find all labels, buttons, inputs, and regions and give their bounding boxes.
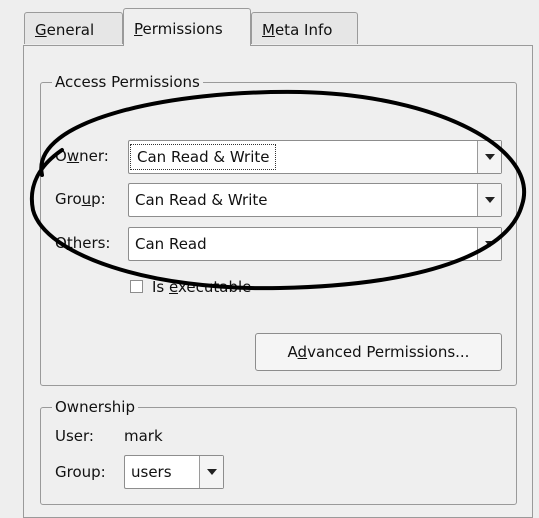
tab-permissions[interactable]: Permissions [123,8,251,46]
executable-label-rest: xecutable [177,278,252,296]
group-label-pre: Gro [55,190,82,208]
group-label-rest: p: [91,190,106,208]
access-permissions-title: Access Permissions [52,73,203,91]
owner-dropdown-button[interactable] [477,141,501,173]
group-label: Group: [55,189,106,209]
tab-meta-info[interactable]: Meta Info [251,12,358,44]
owner-permission-combo[interactable]: Can Read & Write [128,140,502,174]
others-dropdown-button[interactable] [477,228,501,260]
properties-dialog: General Permissions Meta Info Access Per… [0,0,539,518]
user-label: User: [55,427,94,445]
advanced-label-accel: d [297,343,308,361]
owner-label-rest: ner: [79,147,109,165]
advanced-label-pre: A [287,343,298,361]
group-dropdown-button[interactable] [477,184,501,216]
owner-label-pre: O [55,147,67,165]
chevron-down-icon [485,154,495,160]
ownership-group-value: users [131,463,172,481]
ownership-group-dropdown-button[interactable] [199,456,223,488]
others-permission-combo[interactable]: Can Read [128,227,502,261]
user-value: mark [124,427,163,445]
others-permission-value: Can Read [135,235,207,253]
group-label-accel: u [81,190,92,208]
tab-general[interactable]: General [24,12,123,44]
advanced-label-rest: vanced Permissions... [307,343,470,361]
group-permission-combo[interactable]: Can Read & Write [128,183,502,217]
tab-permissions-accel: P [134,20,143,38]
owner-label-accel: w [66,147,80,165]
advanced-permissions-button[interactable]: Advanced Permissions... [255,333,502,371]
executable-label-accel: e [169,278,178,296]
others-label: Others: [55,233,110,253]
tab-meta-accel: M [262,21,275,39]
ownership-group-combo[interactable]: users [124,455,224,489]
executable-label-pre: Is [152,278,170,296]
tab-meta-rest: eta Info [274,21,333,39]
ownership-title: Ownership [52,398,138,416]
others-label-rest: hers: [72,234,111,252]
ownership-group [40,407,517,505]
tab-permissions-rest: ermissions [142,20,223,38]
group-permission-value: Can Read & Write [135,191,268,209]
owner-label: Owner: [55,146,109,166]
executable-label[interactable]: Is executable [152,277,251,297]
ownership-group-label: Group: [55,463,106,481]
chevron-down-icon [207,469,217,475]
tab-general-accel: G [35,21,47,39]
owner-permission-value: Can Read & Write [129,144,277,170]
chevron-down-icon [485,197,495,203]
tab-general-rest: eneral [46,21,95,39]
executable-checkbox[interactable] [130,280,143,293]
others-label-pre: O [55,234,67,252]
chevron-down-icon [485,241,495,247]
